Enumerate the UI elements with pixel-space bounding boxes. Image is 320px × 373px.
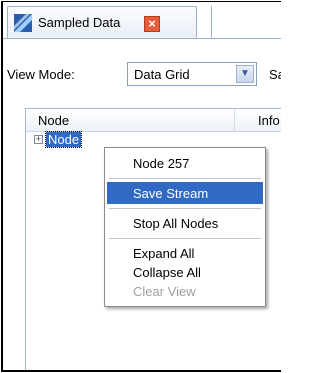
menu-item-save-stream[interactable]: Save Stream xyxy=(107,182,263,204)
menu-item-clear-view: Clear View xyxy=(133,284,196,299)
context-menu: Node 257 Save Stream Stop All Nodes Expa… xyxy=(104,147,266,307)
menu-separator xyxy=(109,238,261,239)
tab-strip: Sampled Data × xyxy=(3,2,281,39)
menu-item-node-257[interactable]: Node 257 xyxy=(107,152,263,174)
grid-header: Node Info xyxy=(26,109,281,132)
next-toolbar-label: Sa xyxy=(269,67,281,82)
column-header-info[interactable]: Info xyxy=(258,113,280,128)
view-mode-label: View Mode: xyxy=(7,67,75,82)
tab-sampled-data[interactable]: Sampled Data × xyxy=(7,6,197,38)
expand-icon[interactable]: + xyxy=(34,135,43,144)
tab-divider xyxy=(211,6,212,38)
column-header-node[interactable]: Node xyxy=(38,113,69,128)
menu-separator xyxy=(109,208,261,209)
sampled-data-icon xyxy=(14,14,32,32)
view-mode-value: Data Grid xyxy=(134,67,190,82)
menu-item-stop-all-nodes[interactable]: Stop All Nodes xyxy=(107,212,263,234)
column-divider[interactable] xyxy=(234,109,235,131)
tree-node-node[interactable]: Node xyxy=(44,131,83,148)
view-mode-select[interactable]: Data Grid ▼ xyxy=(127,62,257,86)
menu-separator xyxy=(109,178,261,179)
tab-title: Sampled Data xyxy=(38,15,121,30)
main-window: Sampled Data × View Mode: Data Grid ▼ Sa… xyxy=(1,1,281,372)
close-icon[interactable]: × xyxy=(144,16,160,32)
chevron-down-icon[interactable]: ▼ xyxy=(236,65,254,83)
